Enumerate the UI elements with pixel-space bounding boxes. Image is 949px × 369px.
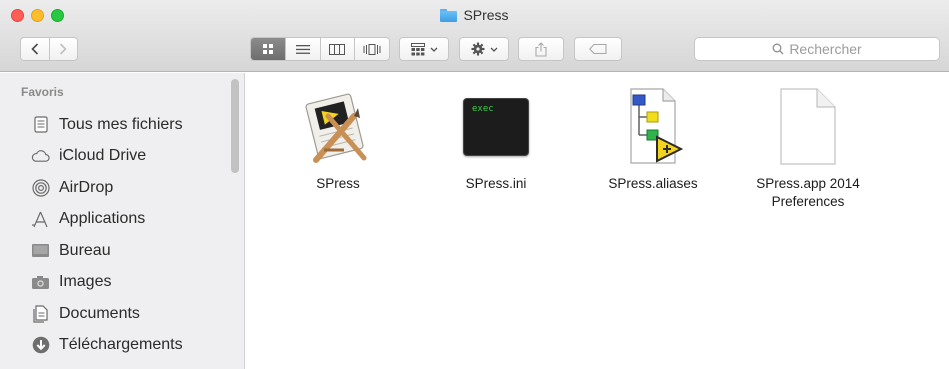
file-name: SPress.ini <box>465 176 527 191</box>
labview-icon <box>613 85 693 169</box>
chevron-down-icon <box>430 47 437 52</box>
sidebar-item-downloads[interactable]: Téléchargements <box>0 330 228 362</box>
list-icon <box>295 44 310 54</box>
cover-flow-button[interactable] <box>355 38 389 60</box>
file-name: SPress <box>316 176 360 191</box>
share-icon <box>535 41 547 57</box>
sidebar-item-airdrop[interactable]: AirDrop <box>0 172 228 204</box>
cloud-icon <box>31 147 50 166</box>
forward-button[interactable] <box>50 38 78 60</box>
all-files-icon <box>31 115 50 134</box>
airdrop-icon <box>31 178 50 197</box>
applications-icon <box>31 210 50 229</box>
documents-icon <box>31 304 50 323</box>
sidebar-item-all-files[interactable]: Tous mes fichiers <box>0 109 228 141</box>
arrange-grid-icon <box>410 42 425 55</box>
gear-icon <box>471 42 484 56</box>
sidebar-item-images[interactable]: Images <box>0 267 228 299</box>
sidebar-item-icloud-drive[interactable]: iCloud Drive <box>0 141 228 173</box>
sidebar-item-applications[interactable]: Applications <box>0 204 228 236</box>
tag-icon <box>589 44 607 54</box>
tag-button[interactable] <box>574 37 622 61</box>
terminal-screen: exec <box>463 98 529 156</box>
file-name: SPress.aliases <box>608 176 698 191</box>
column-view-button[interactable] <box>321 38 356 60</box>
cover-flow-icon <box>363 43 381 55</box>
window-title: SPress <box>463 7 509 23</box>
sidebar-item-label: Documents <box>59 304 140 322</box>
list-view-button[interactable] <box>286 38 321 60</box>
sidebar-item-label: Téléchargements <box>59 336 183 354</box>
file-item-spress-aliases[interactable]: SPress.aliases <box>583 85 723 193</box>
sidebar-item-label: AirDrop <box>59 178 114 196</box>
finder-window: SPress Rechercher Favoris Tous mes fichi… <box>0 0 949 369</box>
chevron-right-icon <box>60 43 67 55</box>
sidebar-item-label: Bureau <box>59 241 111 259</box>
navigation-buttons <box>20 37 78 61</box>
window-title-bar: SPress <box>0 6 949 24</box>
file-browser-area: SPress exec SPress.ini SPress.aliases SP… <box>246 73 949 369</box>
columns-icon <box>329 43 346 55</box>
action-button[interactable] <box>459 37 509 61</box>
sidebar-item-documents[interactable]: Documents <box>0 298 228 330</box>
search-field[interactable]: Rechercher <box>694 37 940 61</box>
file-item-spress-ini[interactable]: exec SPress.ini <box>426 85 566 193</box>
sidebar-header-favorites: Favoris <box>21 85 64 99</box>
magnifier-icon <box>772 43 784 55</box>
file-name: SPress.app 2014 Preferences <box>756 176 860 209</box>
share-button[interactable] <box>518 37 564 61</box>
terminal-icon: exec <box>456 85 536 169</box>
sidebar-scrollbar[interactable] <box>231 79 239 173</box>
sidebar-item-label: Applications <box>59 210 146 228</box>
chevron-left-icon <box>31 43 38 55</box>
camera-icon <box>31 273 50 292</box>
arrange-button[interactable] <box>399 37 449 61</box>
sidebar-item-label: iCloud Drive <box>59 147 147 165</box>
sidebar: Favoris Tous mes fichiers iCloud Drive A… <box>0 73 245 369</box>
icon-grid-icon <box>262 44 273 54</box>
file-item-spress-preferences[interactable]: SPress.app 2014 Preferences <box>738 85 878 211</box>
file-item-spress[interactable]: SPress <box>268 85 408 193</box>
desktop-icon <box>31 241 50 260</box>
app-icon <box>298 85 378 169</box>
folder-icon <box>440 8 458 22</box>
sidebar-item-label: Tous mes fichiers <box>59 115 183 133</box>
toolbar: SPress Rechercher <box>0 0 949 72</box>
search-placeholder: Rechercher <box>789 41 862 57</box>
download-icon <box>31 336 50 355</box>
view-mode-group <box>250 37 390 61</box>
sidebar-item-desktop[interactable]: Bureau <box>0 235 228 267</box>
back-button[interactable] <box>21 38 50 60</box>
sidebar-list: Tous mes fichiers iCloud Drive AirDrop A… <box>0 109 228 361</box>
terminal-text: exec <box>472 104 494 114</box>
blank-document-icon <box>768 85 848 169</box>
icon-view-button[interactable] <box>251 38 286 60</box>
chevron-down-icon <box>490 47 497 52</box>
sidebar-item-label: Images <box>59 273 112 291</box>
